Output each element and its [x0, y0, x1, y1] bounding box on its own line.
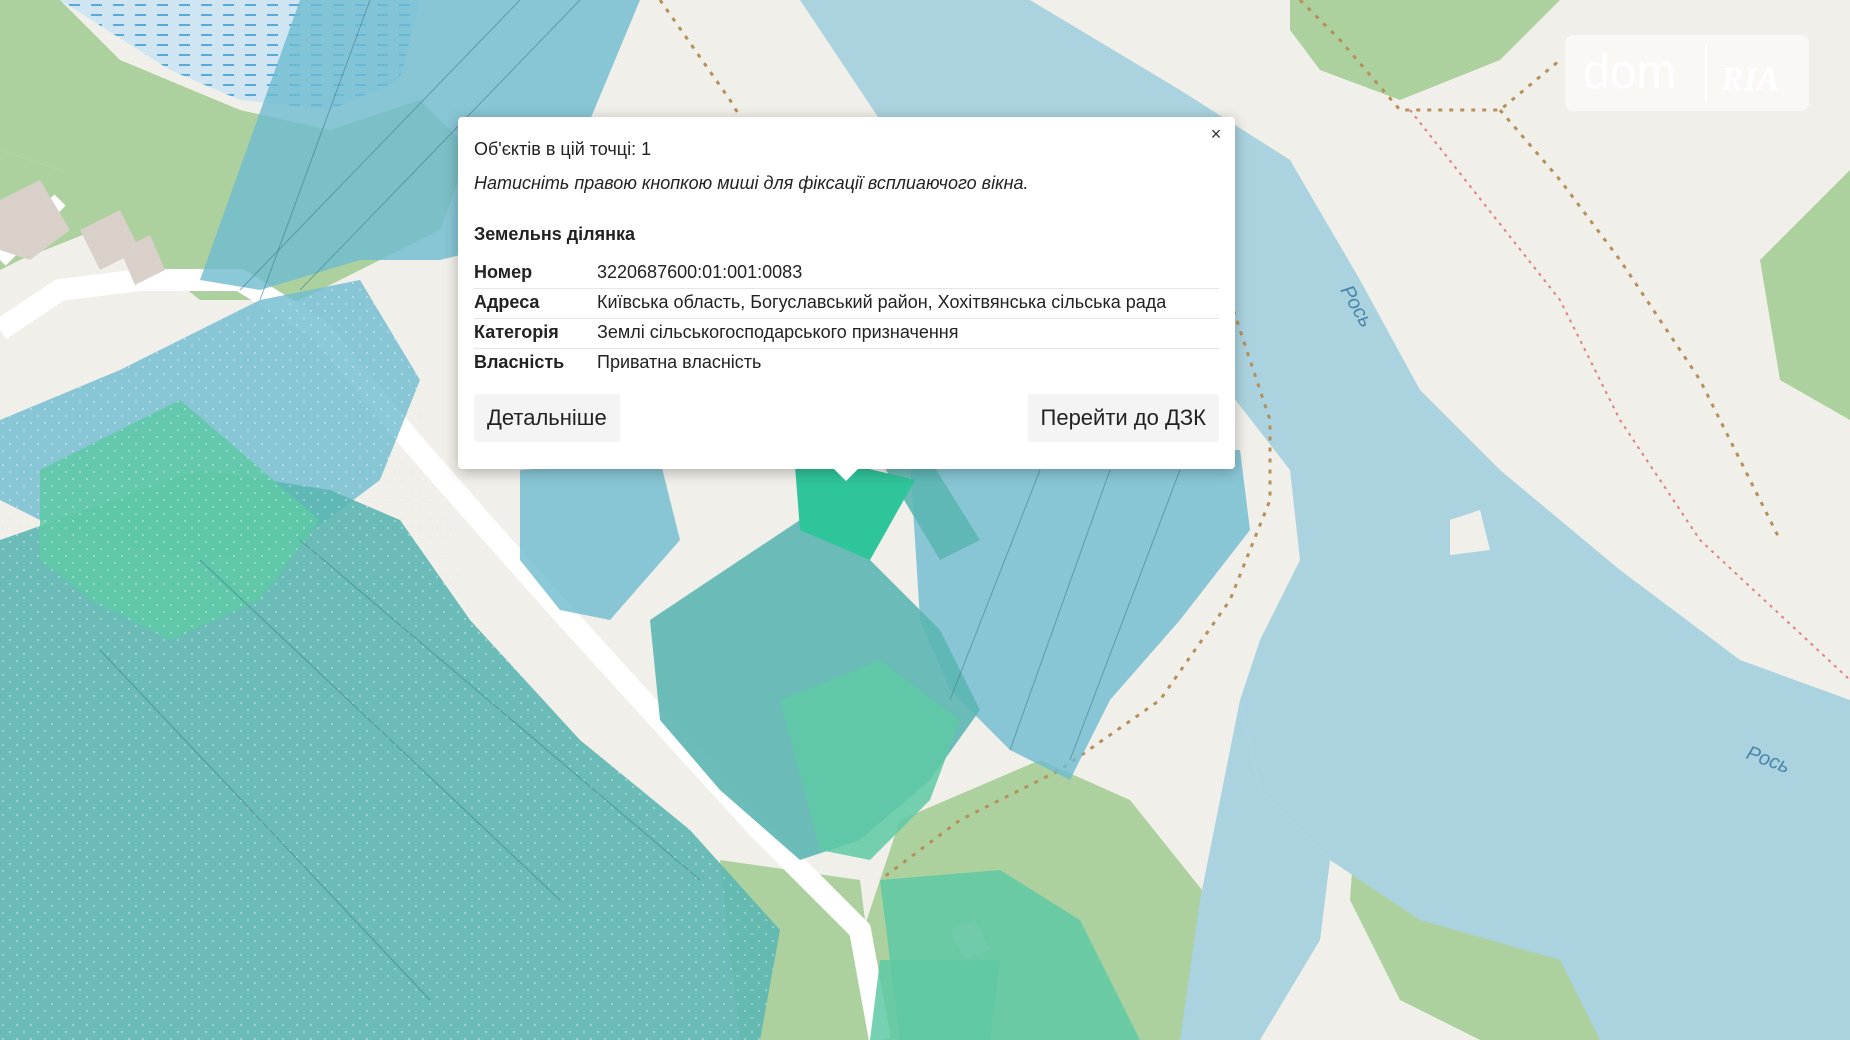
section-title: Земельнs ділянка [474, 224, 636, 244]
info-value: Приватна власність [597, 352, 762, 372]
popup-actions: Детальніше Перейти до ДЗК [474, 394, 1219, 442]
land-parcel [870, 960, 1000, 1040]
parcel-info-popup: × Об'єктів в цій точці: 1 Натисніть прав… [458, 117, 1235, 469]
parcel-info-table: Номер 3220687600:01:001:0083 Адреса Київ… [474, 259, 1219, 378]
info-row-number: Номер 3220687600:01:001:0083 [474, 259, 1219, 289]
go-to-dzk-button[interactable]: Перейти до ДЗК [1027, 394, 1219, 442]
info-key: Власність [474, 352, 565, 372]
info-value: 3220687600:01:001:0083 [597, 259, 1219, 289]
info-value: Київська область, Богуславський район, Х… [597, 288, 1219, 319]
details-button[interactable]: Детальніше [474, 394, 620, 442]
logo: dom RIA [1565, 35, 1809, 111]
objects-count: Об'єктів в цій точці: 1 [474, 139, 652, 159]
info-row-address: Адреса Київська область, Богуславський р… [474, 288, 1219, 319]
info-key: Номер [474, 259, 597, 289]
logo-dom-text: dom [1583, 46, 1677, 99]
info-value: Землі сільськогосподарського призначення [597, 318, 1219, 349]
info-key: Категорія [474, 318, 597, 349]
info-key: Адреса [474, 288, 597, 319]
popup-pointer [831, 466, 861, 481]
popup-hint: Натисніть правою кнопкою миші для фіксац… [474, 173, 1029, 193]
info-row-ownership: Власність Приватна власність [474, 349, 1219, 379]
info-row-category: Категорія Землі сільськогосподарського п… [474, 318, 1219, 349]
logo-ria-text: RIA [1721, 61, 1780, 98]
close-icon[interactable]: × [1207, 125, 1225, 143]
logo-separator [1705, 43, 1707, 103]
